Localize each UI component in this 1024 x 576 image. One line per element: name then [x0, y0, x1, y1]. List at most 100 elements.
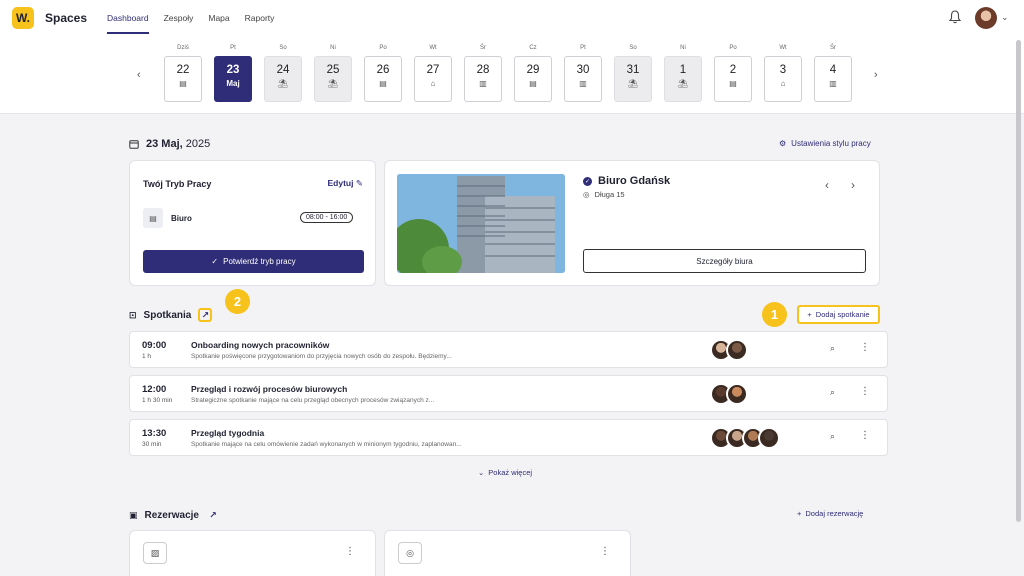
meeting-time: 13:30 [142, 428, 167, 439]
more-options-icon[interactable]: ⋮ [860, 342, 870, 353]
meeting-title: Przegląd tygodnia [191, 428, 265, 438]
meeting-description: Strategiczne spotkanie mające na celu pr… [191, 397, 435, 404]
day-of-week-label: Wt [779, 45, 787, 51]
reservations-header: ▣ Rezerwacje ↗ [129, 508, 220, 522]
reservation-card[interactable]: ▨ ⋮ [129, 530, 376, 576]
reservations-icon: ▣ [129, 509, 138, 520]
meeting-time: 12:00 [142, 384, 167, 395]
location-pin-icon: ◎ [398, 542, 422, 564]
nav-zespoly[interactable]: Zespoły [164, 0, 194, 36]
tutorial-badge-2: 2 [225, 289, 250, 314]
reservation-card[interactable]: ◎ ⋮ [384, 530, 631, 576]
chevron-down-icon[interactable]: ⌄ [1001, 12, 1009, 23]
meeting-participants[interactable] [710, 383, 748, 405]
day-cell-3[interactable]: 3 ⌂ [764, 56, 802, 102]
check-icon: ✓ [211, 257, 219, 266]
chevron-right-icon[interactable]: › [874, 69, 878, 81]
desk-icon: ▨ [143, 542, 167, 564]
app-logo[interactable]: W. [12, 7, 34, 29]
day-cell-24[interactable]: 24 ⛱ [264, 56, 302, 102]
plus-icon: + [797, 509, 802, 518]
add-meeting-label: Dodaj spotkanie [815, 310, 870, 319]
day-number: 28 [476, 64, 490, 76]
scrollbar[interactable] [1016, 40, 1021, 522]
day-of-week-label: Dziś [177, 45, 189, 51]
day-number: 22 [176, 64, 190, 76]
day-cell-31[interactable]: 31 ⛱ [614, 56, 652, 102]
day-cell-22[interactable]: 22 ▤ [164, 56, 202, 102]
check-circle-icon: ✓ [583, 176, 592, 186]
day-cell-1[interactable]: 1 ⛱ [664, 56, 702, 102]
day-number: 29 [526, 64, 540, 76]
edit-work-mode-button[interactable]: Edytuj ✎ [328, 178, 363, 189]
external-link-icon[interactable]: ↗ [198, 308, 213, 322]
more-options-icon[interactable]: ⋮ [860, 430, 870, 441]
beach-icon: ⛱ [677, 79, 689, 88]
day-cell-29[interactable]: 29 ▤ [514, 56, 552, 102]
search-icon[interactable]: ⌕ [830, 431, 835, 442]
bell-icon[interactable] [949, 10, 961, 24]
chevron-left-icon[interactable]: ‹ [137, 69, 141, 81]
work-mode-title: Twój Tryb Pracy [143, 179, 212, 189]
nav-dashboard[interactable]: Dashboard [107, 0, 149, 36]
add-meeting-button[interactable]: + Dodaj spotkanie [797, 305, 880, 324]
meeting-row[interactable]: 13:30 30 min Przegląd tygodnia Spotkanie ma… [129, 419, 888, 456]
more-options-icon[interactable]: ⋮ [860, 386, 870, 397]
office-name-label: Biuro Gdańsk [598, 175, 671, 187]
participant-avatar [726, 383, 748, 405]
search-icon[interactable]: ⌕ [830, 343, 835, 354]
building-icon: ▥ [479, 79, 487, 88]
location-pin-icon: ◎ [583, 190, 590, 199]
day-number: 27 [426, 64, 440, 76]
day-cell-26[interactable]: 26 ▤ [364, 56, 402, 102]
building-icon: ▥ [829, 79, 837, 88]
meeting-description: Spotkanie mające na celu omówienie zadań… [191, 441, 462, 448]
more-options-icon[interactable]: ⋮ [345, 546, 355, 557]
day-cell-30[interactable]: 30 ▥ [564, 56, 602, 102]
nav-mapa[interactable]: Mapa [208, 0, 229, 36]
meeting-participants[interactable] [710, 427, 780, 449]
next-office-icon[interactable]: › [851, 178, 855, 192]
office-icon: ▤ [529, 79, 537, 88]
pencil-icon: ✎ [355, 178, 363, 188]
meeting-row[interactable]: 09:00 1 h Onboarding nowych pracowników Spo… [129, 331, 888, 368]
user-avatar[interactable] [975, 7, 997, 29]
day-of-week-label: Ni [330, 45, 336, 51]
edit-label: Edytuj [327, 178, 354, 188]
day-cell-23[interactable]: 23 Maj [214, 56, 252, 102]
confirm-work-mode-button[interactable]: ✓ Potwierdź tryb pracy [143, 250, 364, 273]
show-more-button[interactable]: ⌄ Pokaż więcej [478, 468, 532, 477]
chevron-down-icon: ⌄ [478, 468, 485, 477]
day-cell-27[interactable]: 27 ⌂ [414, 56, 452, 102]
day-cell-4[interactable]: 4 ▥ [814, 56, 852, 102]
beach-icon: ⛱ [627, 79, 639, 88]
meeting-duration: 30 min [142, 441, 162, 448]
day-number: 31 [626, 64, 640, 76]
gear-icon: ⚙ [779, 139, 787, 148]
meetings-header: ⊡ Spotkania ↗ [129, 308, 213, 322]
work-style-settings-link[interactable]: ⚙ Ustawienia stylu pracy [779, 139, 871, 148]
meeting-participants[interactable] [710, 339, 748, 361]
home-icon: ⌂ [430, 79, 436, 88]
main-nav: Dashboard Zespoły Mapa Raporty [107, 0, 274, 36]
work-location: Biuro [171, 214, 192, 223]
external-link-icon[interactable]: ↗ [206, 508, 220, 522]
office-icon: ▤ [379, 79, 387, 88]
day-number: 23 [226, 64, 240, 76]
more-options-icon[interactable]: ⋮ [600, 546, 610, 557]
day-month: Maj [226, 79, 240, 88]
meeting-row[interactable]: 12:00 1 h 30 min Przegląd i rozwój procesó… [129, 375, 888, 412]
search-icon[interactable]: ⌕ [830, 387, 835, 398]
day-cell-25[interactable]: 25 ⛱ [314, 56, 352, 102]
add-reservation-button[interactable]: + Dodaj rezerwację [797, 509, 863, 518]
work-style-settings-label: Ustawienia stylu pracy [791, 139, 871, 148]
day-cell-28[interactable]: 28 ▥ [464, 56, 502, 102]
confirm-label: Potwierdź tryb pracy [223, 257, 296, 266]
day-of-week-label: Śr [480, 45, 486, 51]
beach-icon: ⛱ [277, 79, 289, 88]
office-details-button[interactable]: Szczegóły biura [583, 249, 866, 273]
day-cell-2[interactable]: 2 ▤ [714, 56, 752, 102]
nav-raporty[interactable]: Raporty [245, 0, 275, 36]
prev-office-icon[interactable]: ‹ [825, 178, 829, 192]
tutorial-badge-1: 1 [762, 302, 787, 327]
